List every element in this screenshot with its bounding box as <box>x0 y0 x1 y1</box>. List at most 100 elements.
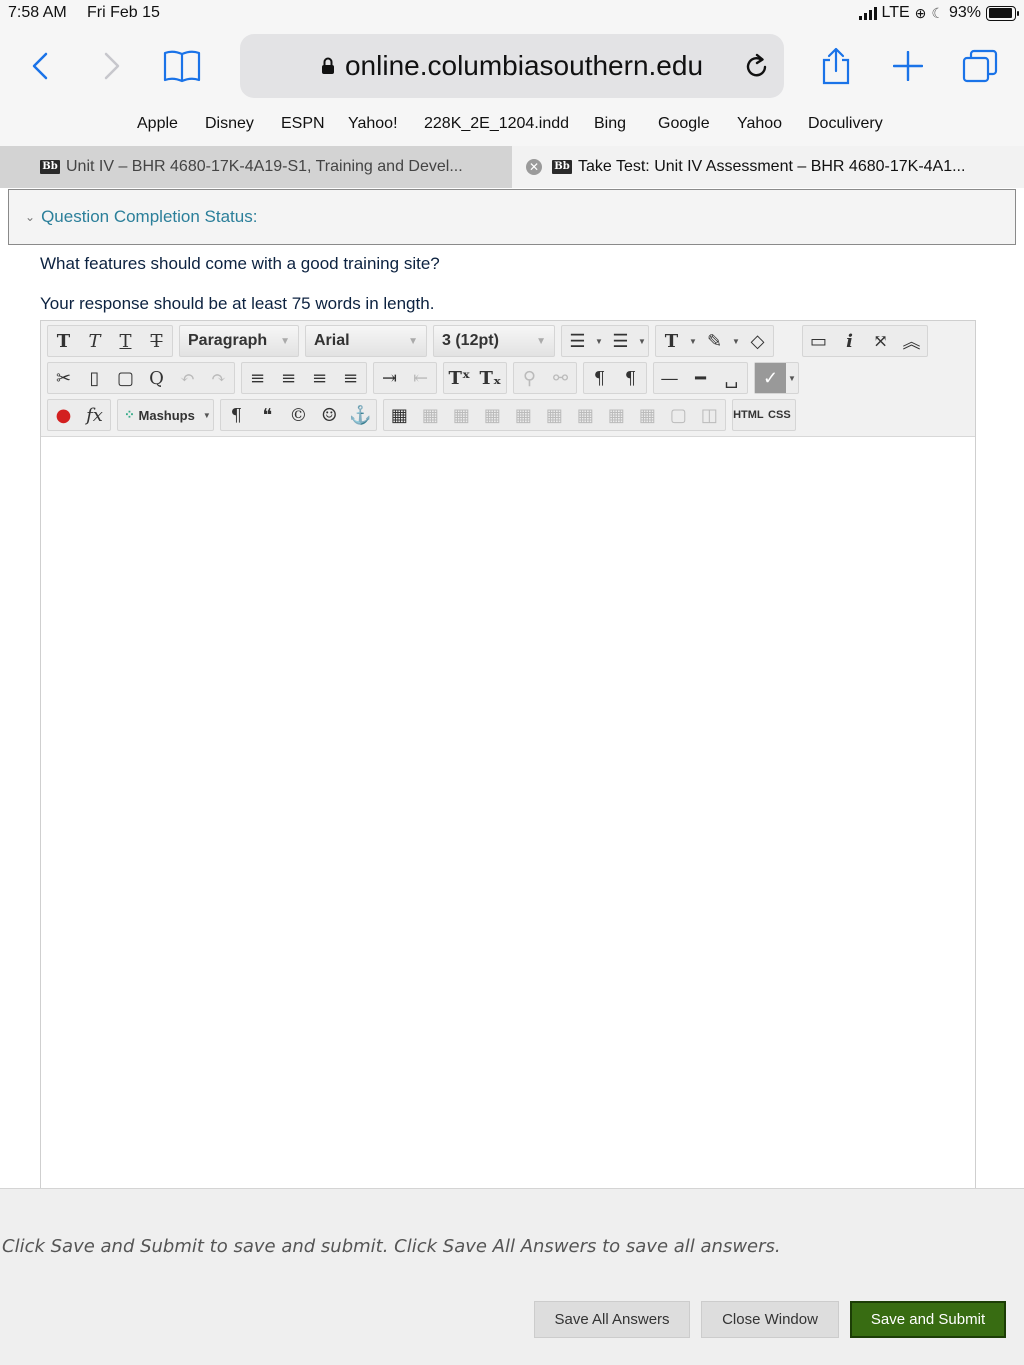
mashups-button[interactable]: ⁘ Mashups <box>118 400 201 430</box>
paste-icon[interactable]: ▢ <box>110 363 141 393</box>
favorite-indd-file[interactable]: 228K_2E_1204.indd <box>424 115 569 133</box>
dropdown-arrow-icon[interactable]: ▼ <box>730 326 742 356</box>
dropdown-arrow-icon[interactable]: ▼ <box>201 400 213 430</box>
browser-toolbar: online.columbiasouthern.edu <box>0 28 1024 106</box>
table-icon[interactable]: ▦ <box>384 400 415 430</box>
eraser-icon[interactable]: ◇ <box>742 326 773 356</box>
favorite-espn[interactable]: ESPN <box>281 115 325 133</box>
unlink-icon[interactable]: ⚯ <box>545 363 576 393</box>
html-source-button[interactable]: HTML <box>733 400 764 430</box>
merge-cell-icon[interactable]: ◫ <box>694 400 725 430</box>
superscript-icon[interactable]: Tˣ <box>444 363 475 393</box>
thick-rule-icon[interactable]: ━ <box>685 363 716 393</box>
font-size-select[interactable]: 3 (12pt) ▼ <box>433 325 555 357</box>
save-all-answers-button[interactable]: Save All Answers <box>534 1301 690 1338</box>
collapse-toolbar-icon[interactable]: ︽ <box>896 326 927 356</box>
formula-icon[interactable]: fx <box>79 400 110 430</box>
anchor-icon[interactable]: ⚓ <box>345 400 376 430</box>
font-family-select[interactable]: Arial ▼ <box>305 325 427 357</box>
link-icon[interactable]: ⚲ <box>514 363 545 393</box>
strikethrough-icon[interactable]: T <box>141 326 172 356</box>
underline-icon[interactable]: T <box>110 326 141 356</box>
special-char-icon[interactable]: © <box>283 400 314 430</box>
favorite-doculivery[interactable]: Doculivery <box>808 115 883 133</box>
favorite-yahoo[interactable]: Yahoo <box>737 115 782 133</box>
subscript-icon[interactable]: Tₓ <box>475 363 506 393</box>
cut-icon[interactable]: ✂ <box>48 363 79 393</box>
nonbreaking-space-icon[interactable]: ␣ <box>716 363 747 393</box>
find-icon[interactable]: Q <box>141 363 172 393</box>
address-bar[interactable]: online.columbiasouthern.edu <box>240 34 784 98</box>
reload-icon[interactable] <box>744 52 770 87</box>
favorite-bing[interactable]: Bing <box>594 115 626 133</box>
split-cell-icon[interactable]: ▢ <box>663 400 694 430</box>
question-completion-status[interactable]: ⌄ Question Completion Status: <box>8 189 1016 245</box>
css-button[interactable]: CSS <box>764 400 795 430</box>
paragraph-format-select[interactable]: Paragraph ▼ <box>179 325 299 357</box>
justify-icon[interactable]: ≡ <box>335 363 366 393</box>
fullscreen-icon[interactable]: ⤧ <box>865 326 896 356</box>
blockquote-icon[interactable]: ❝ <box>252 400 283 430</box>
emoticon-icon[interactable]: ☺ <box>314 400 345 430</box>
insert-col-after-icon[interactable]: ▦ <box>601 400 632 430</box>
preview-icon[interactable]: ▭ <box>803 326 834 356</box>
video-icon[interactable]: ● <box>48 400 79 430</box>
align-center-icon[interactable]: ≡ <box>273 363 304 393</box>
save-and-submit-button[interactable]: Save and Submit <box>850 1301 1006 1338</box>
table-row-icon[interactable]: ▦ <box>415 400 446 430</box>
direction-group: ¶ ¶ <box>583 362 647 394</box>
text-color-icon[interactable]: T <box>656 326 687 356</box>
blackboard-icon: Bb <box>40 160 60 174</box>
table-cell-icon[interactable]: ▦ <box>446 400 477 430</box>
bold-icon[interactable]: T <box>48 326 79 356</box>
dropdown-arrow-icon[interactable]: ▼ <box>687 326 699 356</box>
editor-text-area[interactable] <box>41 438 975 1189</box>
spellcheck-group: ✓ ▼ <box>754 362 799 394</box>
align-left-icon[interactable]: ≡ <box>242 363 273 393</box>
favorite-disney[interactable]: Disney <box>205 115 254 133</box>
favorite-apple[interactable]: Apple <box>137 115 178 133</box>
delete-col-icon[interactable]: ▦ <box>632 400 663 430</box>
dropdown-arrow-icon[interactable]: ▼ <box>786 363 798 393</box>
tab-take-test[interactable]: ✕ Bb Take Test: Unit IV Assessment – BHR… <box>512 146 1024 188</box>
spellcheck-icon[interactable]: ✓ <box>755 363 786 393</box>
undo-icon[interactable]: ↶ <box>172 363 203 393</box>
align-right-icon[interactable]: ≡ <box>304 363 335 393</box>
tab-unit-iv[interactable]: Bb Unit IV – BHR 4680-17K-4A19-S1, Train… <box>0 146 512 188</box>
copy-icon[interactable]: ▯ <box>79 363 110 393</box>
forward-icon[interactable] <box>92 46 132 86</box>
list-group: ☰ ▼ ☰ ▼ <box>561 325 649 357</box>
bookmarks-icon[interactable] <box>160 46 204 86</box>
new-tab-icon[interactable] <box>888 46 928 86</box>
chevron-down-icon: ⌄ <box>25 210 36 224</box>
close-window-button[interactable]: Close Window <box>701 1301 839 1338</box>
completion-status-label: Question Completion Status: <box>41 207 258 226</box>
view-group: ▭ i ⤧ ︽ <box>802 325 928 357</box>
clipboard-group: ✂ ▯ ▢ Q ↶ ↷ <box>47 362 235 394</box>
favorite-yahoo-exclaim[interactable]: Yahoo! <box>348 115 398 133</box>
dropdown-arrow-icon[interactable]: ▼ <box>636 326 648 356</box>
text-style-group: T T T T <box>47 325 173 357</box>
delete-row-icon[interactable]: ▦ <box>539 400 570 430</box>
tabs-overview-icon[interactable] <box>960 46 1000 86</box>
redo-icon[interactable]: ↷ <box>203 363 234 393</box>
paragraph-mark-icon[interactable]: ¶ <box>221 400 252 430</box>
share-icon[interactable] <box>816 46 856 86</box>
italic-icon[interactable]: T <box>79 326 110 356</box>
outdent-icon[interactable]: ⇤ <box>405 363 436 393</box>
highlight-icon[interactable]: ✎ <box>699 326 730 356</box>
favorite-google[interactable]: Google <box>658 115 710 133</box>
rtl-icon[interactable]: ¶ <box>615 363 646 393</box>
close-tab-icon[interactable]: ✕ <box>526 159 542 175</box>
indent-icon[interactable]: ⇥ <box>374 363 405 393</box>
dropdown-arrow-icon[interactable]: ▼ <box>593 326 605 356</box>
info-icon[interactable]: i <box>834 326 865 356</box>
insert-row-after-icon[interactable]: ▦ <box>508 400 539 430</box>
back-icon[interactable] <box>20 46 60 86</box>
ltr-icon[interactable]: ¶ <box>584 363 615 393</box>
insert-row-before-icon[interactable]: ▦ <box>477 400 508 430</box>
insert-col-before-icon[interactable]: ▦ <box>570 400 601 430</box>
numbered-list-icon[interactable]: ☰ <box>605 326 636 356</box>
horizontal-rule-icon[interactable]: — <box>654 363 685 393</box>
bullet-list-icon[interactable]: ☰ <box>562 326 593 356</box>
